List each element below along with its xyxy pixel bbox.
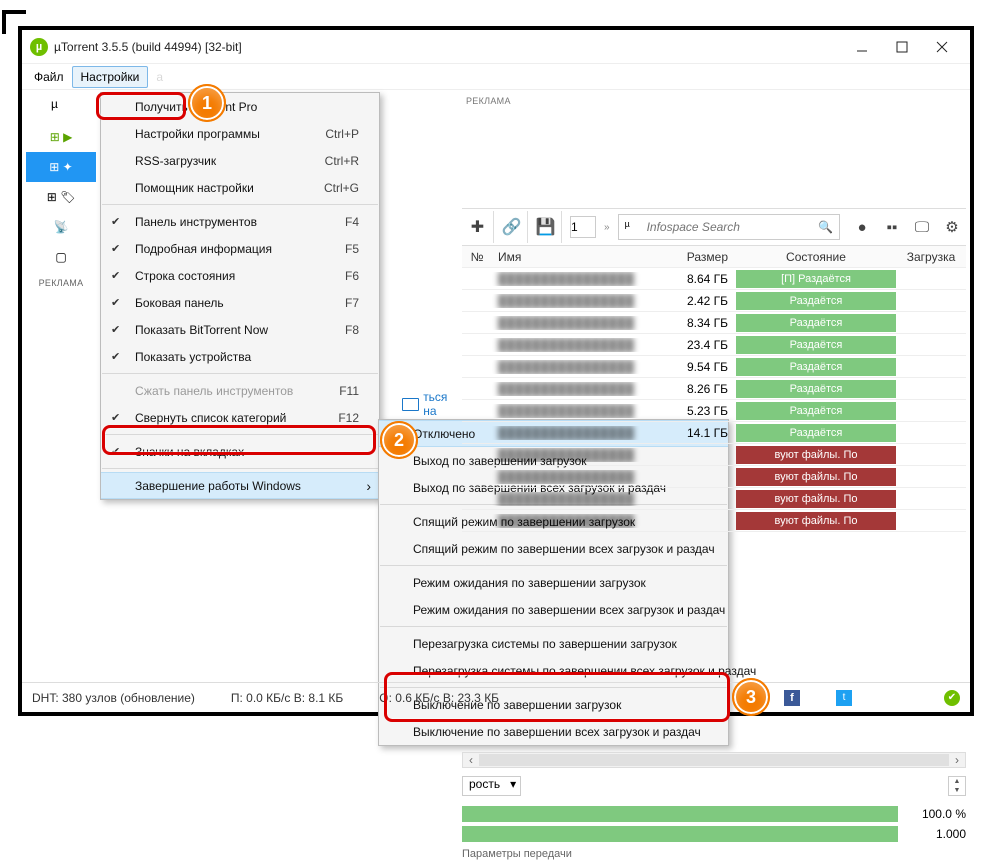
app-logo-icon: µ <box>30 38 48 56</box>
menu-item[interactable]: Настройки программыCtrl+P <box>101 120 379 147</box>
col-name[interactable]: Имя <box>492 250 666 264</box>
add-url-button[interactable]: 🔗 <box>496 211 528 243</box>
menu-item[interactable]: Сжать панель инструментовF11 <box>101 377 379 404</box>
progress-bar-2 <box>462 826 898 842</box>
sidebar-tag-icon[interactable]: ⊞ 🏷 <box>26 182 96 212</box>
torrent-toolbar: ✚ 🔗 💾 » µ 🔍 ● ▪▪ 🖵 ⚙ <box>462 208 966 246</box>
callout-ring-2 <box>102 425 376 455</box>
more-icon[interactable]: » <box>604 222 610 233</box>
callout-bubble-2: 2 <box>382 423 416 457</box>
table-row[interactable]: ████████████████23.4 ГБРаздаётся <box>462 334 966 356</box>
summary-row: рость ▲▼ <box>462 774 966 798</box>
table-row[interactable]: ████████████████5.23 ГБРаздаётся <box>462 400 966 422</box>
facebook-icon[interactable]: f <box>784 690 800 706</box>
menu-item[interactable]: Подробная информацияF5 <box>101 235 379 262</box>
close-button[interactable] <box>922 33 962 61</box>
menu-settings[interactable]: Настройки <box>72 66 149 88</box>
table-header: № Имя Размер Состояние Загрузка <box>462 246 966 268</box>
share-button[interactable]: ться на <box>402 394 462 414</box>
col-num[interactable]: № <box>462 250 492 264</box>
window-title: µTorrent 3.5.5 (build 44994) [32-bit] <box>54 40 842 54</box>
callout-bubble-1: 1 <box>190 86 224 120</box>
search-engine-icon: µ <box>625 219 641 235</box>
table-row[interactable]: ████████████████вуют файлы. По <box>462 444 966 466</box>
add-torrent-button[interactable]: ✚ <box>462 211 494 243</box>
table-row[interactable]: ████████████████9.54 ГБРаздаётся <box>462 356 966 378</box>
save-button[interactable]: 💾 <box>530 211 562 243</box>
callout-ring-3 <box>384 672 730 722</box>
progress-val-1: 100.0 % <box>906 807 966 821</box>
table-row[interactable]: ████████████████вуют файлы. По <box>462 510 966 532</box>
minimize-button[interactable] <box>842 33 882 61</box>
status-disk: П: 0.0 КБ/с В: 8.1 КБ <box>231 691 343 705</box>
table-row[interactable]: ████████████████вуют файлы. По <box>462 488 966 510</box>
titlebar: µ µTorrent 3.5.5 (build 44994) [32-bit] <box>22 30 970 64</box>
status-dht: DHT: 380 узлов (обновление) <box>32 691 195 705</box>
menu-item[interactable]: Панель инструментовF4 <box>101 208 379 235</box>
bulb-icon[interactable]: ● <box>848 213 876 241</box>
sidebar-logo-icon[interactable]: µ <box>26 92 96 122</box>
menu-file[interactable]: Файл <box>26 67 72 87</box>
table-row[interactable]: ████████████████8.26 ГБРаздаётся <box>462 378 966 400</box>
col-size[interactable]: Размер <box>666 250 736 264</box>
table-row[interactable]: ████████████████вуют файлы. По <box>462 466 966 488</box>
menu-item[interactable]: Боковая панельF7 <box>101 289 379 316</box>
menu-item[interactable]: Показать устройства <box>101 343 379 370</box>
spin-buttons[interactable]: ▲▼ <box>948 776 966 796</box>
ad-label-side: РЕКЛАМА <box>26 278 96 288</box>
table-row[interactable]: ████████████████8.64 ГБ[П] Раздаётся <box>462 268 966 290</box>
col-state[interactable]: Состояние <box>736 250 896 264</box>
menubar: Файл Настройки а <box>22 64 970 90</box>
tab-params[interactable]: Параметры передачи <box>462 848 966 860</box>
page-input[interactable] <box>570 216 596 238</box>
sidebar-play-icon[interactable]: ⊞ ▶ <box>26 122 96 152</box>
maximize-button[interactable] <box>882 33 922 61</box>
menu-item[interactable]: Помощник настройкиCtrl+G <box>101 174 379 201</box>
sidebar-device-icon[interactable]: ▢ <box>26 242 96 272</box>
gear-icon[interactable]: ⚙ <box>938 213 966 241</box>
progress-val-2: 1.000 <box>906 827 966 841</box>
content-area: ✚ 🔗 💾 » µ 🔍 ● ▪▪ 🖵 ⚙ № Имя Размер Состоя… <box>462 90 966 860</box>
sidebar-rss-icon[interactable]: 📡 <box>26 212 96 242</box>
twitter-icon[interactable]: t <box>836 690 852 706</box>
menu-item[interactable]: Строка состоянияF6 <box>101 262 379 289</box>
speed-selector[interactable]: рость <box>462 776 521 796</box>
col-download[interactable]: Загрузка <box>896 250 966 264</box>
table-row[interactable]: ████████████████2.42 ГБРаздаётся <box>462 290 966 312</box>
torrent-list: ████████████████8.64 ГБ[П] Раздаётся████… <box>462 268 966 532</box>
remote-icon[interactable]: 🖵 <box>908 213 936 241</box>
table-row[interactable]: ████████████████8.34 ГБРаздаётся <box>462 312 966 334</box>
search-icon[interactable]: 🔍 <box>818 220 833 234</box>
callout-bubble-3: 3 <box>734 680 768 714</box>
status-ok-icon: ✔ <box>944 690 960 706</box>
menu-item[interactable]: Завершение работы Windows <box>101 472 379 499</box>
search-input[interactable] <box>647 220 812 234</box>
menu-item[interactable]: Показать BitTorrent NowF8 <box>101 316 379 343</box>
progress-bar-1 <box>462 806 898 822</box>
sidebar: µ ⊞ ▶ ⊞ ✦ ⊞ 🏷 📡 ▢ РЕКЛАМА <box>26 92 96 288</box>
chat-icon[interactable]: ▪▪ <box>878 213 906 241</box>
callout-ring-1 <box>96 92 186 120</box>
sidebar-filter-selected[interactable]: ⊞ ✦ <box>26 152 96 182</box>
scrollbar-horizontal[interactable]: ‹› <box>462 752 966 768</box>
table-row[interactable]: ████████████████14.1 ГБРаздаётся <box>462 422 966 444</box>
search-box[interactable]: µ 🔍 <box>618 214 840 240</box>
menu-item[interactable]: RSS-загрузчикCtrl+R <box>101 147 379 174</box>
